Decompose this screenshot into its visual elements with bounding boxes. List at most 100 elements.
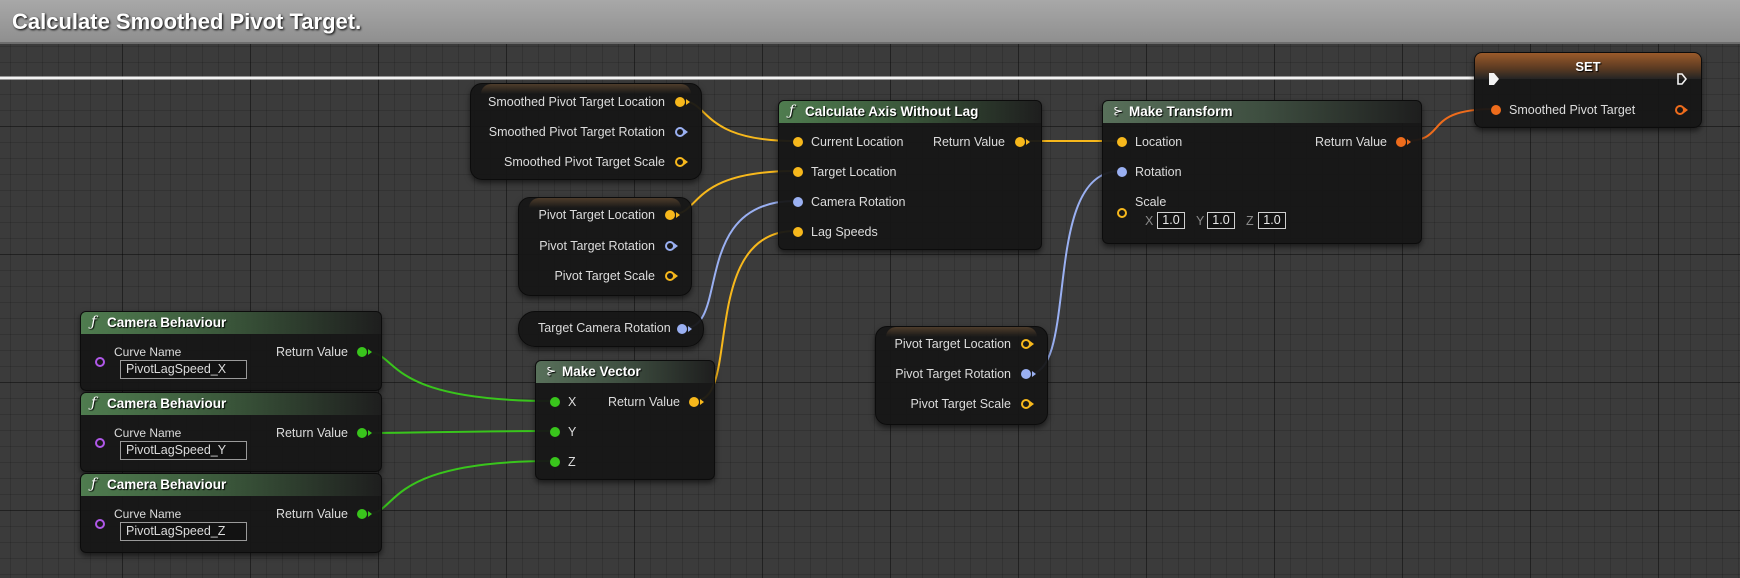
pin-label-return-value: Return Value <box>275 507 348 521</box>
node-header: ƒ Camera Behaviour <box>81 474 381 496</box>
node-glow <box>481 84 691 94</box>
pin-label-smoothed-rotation: Smoothed Pivot Target Rotation <box>488 125 665 139</box>
lag-speeds-in-pin[interactable] <box>793 227 803 237</box>
vector-return-out-pin[interactable] <box>689 397 704 407</box>
pivot-rotation-out-pin[interactable] <box>1021 369 1036 379</box>
smoothed-scale-out-pin[interactable] <box>675 157 688 167</box>
pin-label-return-value: Return Value <box>275 345 348 359</box>
node-glow <box>886 327 1037 337</box>
return-value-out-pin[interactable] <box>357 428 372 438</box>
calculate-axis-without-lag-node[interactable]: ƒ Calculate Axis Without Lag Current Loc… <box>778 100 1042 250</box>
pin-label-pivot-location: Pivot Target Location <box>538 208 655 222</box>
scale-x-field[interactable]: 1.0 <box>1157 212 1185 229</box>
scale-z-field[interactable]: 1.0 <box>1258 212 1286 229</box>
node-header: ƒ Camera Behaviour <box>81 312 381 334</box>
wire-camera-z-to-vector-z <box>366 460 554 515</box>
target-location-in-pin[interactable] <box>793 167 803 177</box>
pivot-location-out-pin[interactable] <box>1021 339 1034 349</box>
pivot-scale-out-pin[interactable] <box>665 271 678 281</box>
function-icon: ƒ <box>91 395 97 411</box>
node-header: ⊱ Make Transform <box>1103 101 1421 123</box>
node-title: Camera Behaviour <box>107 477 227 492</box>
node-header: ƒ Camera Behaviour <box>81 393 381 415</box>
pin-label-smoothed-scale: Smoothed Pivot Target Scale <box>504 155 665 169</box>
rotation-in-pin[interactable] <box>1117 167 1127 177</box>
smoothed-pivot-target-in-pin[interactable] <box>1491 105 1501 115</box>
current-location-in-pin[interactable] <box>793 137 803 147</box>
pivot-target-node-2[interactable]: Pivot Target Location Pivot Target Rotat… <box>875 326 1048 425</box>
pin-label-lag-speeds: Lag Speeds <box>811 225 878 239</box>
node-header: ⊱ Make Vector <box>536 361 714 383</box>
x-in-pin[interactable] <box>550 397 560 407</box>
node-title: Make Transform <box>1129 104 1233 119</box>
smoothed-rotation-out-pin[interactable] <box>675 127 688 137</box>
smoothed-pivot-target-node[interactable]: Smoothed Pivot Target Location Smoothed … <box>470 83 702 180</box>
node-title: Make Vector <box>562 364 641 379</box>
pin-label-target-location: Target Location <box>811 165 897 179</box>
scale-in-pin[interactable] <box>1117 208 1127 218</box>
function-icon: ƒ <box>91 476 97 492</box>
pin-label-current-location: Current Location <box>811 135 904 149</box>
camera-rotation-in-pin[interactable] <box>793 197 803 207</box>
target-camera-rotation-label: Target Camera Rotation <box>538 321 671 335</box>
curve-name-field[interactable]: PivotLagSpeed_X <box>120 360 247 379</box>
pivot-location-out-pin[interactable] <box>665 210 680 220</box>
comment-box-header[interactable]: Calculate Smoothed Pivot Target. <box>0 0 1740 44</box>
pin-label-rotation: Rotation <box>1135 165 1182 179</box>
make-vector-node[interactable]: ⊱ Make Vector X Y Z Return Value <box>535 360 715 480</box>
node-title: SET <box>1575 59 1601 74</box>
pin-label-pivot-location: Pivot Target Location <box>894 337 1011 351</box>
node-title: Calculate Axis Without Lag <box>805 104 979 119</box>
location-in-pin[interactable] <box>1117 137 1127 147</box>
pin-label-scale: Scale <box>1135 195 1167 209</box>
pivot-scale-out-pin[interactable] <box>1021 399 1034 409</box>
comment-title: Calculate Smoothed Pivot Target. <box>12 9 362 34</box>
target-camera-rotation-out-pin[interactable] <box>677 324 692 334</box>
smoothed-location-out-pin[interactable] <box>675 97 690 107</box>
pin-label-y: Y <box>568 425 577 439</box>
pin-label-camera-rotation: Camera Rotation <box>811 195 906 209</box>
wire-camera-y-to-vector-y <box>366 430 554 434</box>
function-icon: ƒ <box>789 103 795 119</box>
pin-label-curve-name: Curve Name <box>114 426 182 440</box>
camera-behaviour-node-x[interactable]: ƒ Camera Behaviour Curve Name PivotLagSp… <box>80 311 382 391</box>
pin-label-return-value: Return Value <box>275 426 348 440</box>
node-glow <box>529 198 681 208</box>
curve-name-in-pin[interactable] <box>95 438 105 448</box>
y-in-pin[interactable] <box>550 427 560 437</box>
pin-label-return-value: Return Value <box>607 395 680 409</box>
make-transform-node[interactable]: ⊱ Make Transform Location Rotation Scale… <box>1102 100 1422 244</box>
transform-return-out-pin[interactable] <box>1396 137 1411 147</box>
exec-in-pin[interactable] <box>1489 73 1499 85</box>
scale-y-field[interactable]: 1.0 <box>1207 212 1235 229</box>
pin-label-pivot-scale: Pivot Target Scale <box>554 269 655 283</box>
function-icon: ƒ <box>91 314 97 330</box>
node-header: ƒ Calculate Axis Without Lag <box>779 101 1041 123</box>
pin-label-smoothed-pivot-target: Smoothed Pivot Target <box>1509 103 1636 117</box>
exec-out-pin[interactable] <box>1677 73 1687 85</box>
node-title: Camera Behaviour <box>107 315 227 330</box>
pivot-target-node[interactable]: Pivot Target Location Pivot Target Rotat… <box>518 197 692 296</box>
pure-function-icon: ⊱ <box>1113 104 1124 118</box>
pin-label-smoothed-location: Smoothed Pivot Target Location <box>488 95 665 109</box>
pin-label-z: Z <box>568 455 576 469</box>
pure-function-icon: ⊱ <box>546 364 557 378</box>
curve-name-field[interactable]: PivotLagSpeed_Y <box>120 441 247 460</box>
set-smoothed-pivot-target-node[interactable]: SET Smoothed Pivot Target <box>1474 52 1702 128</box>
z-in-pin[interactable] <box>550 457 560 467</box>
pin-label-curve-name: Curve Name <box>114 507 182 521</box>
curve-name-field[interactable]: PivotLagSpeed_Z <box>120 522 247 541</box>
node-title: Camera Behaviour <box>107 396 227 411</box>
return-value-out-pin[interactable] <box>357 347 372 357</box>
return-value-out-pin[interactable] <box>357 509 372 519</box>
target-camera-rotation-node[interactable]: Target Camera Rotation <box>518 311 704 347</box>
camera-behaviour-node-z[interactable]: ƒ Camera Behaviour Curve Name PivotLagSp… <box>80 473 382 553</box>
camera-behaviour-node-y[interactable]: ƒ Camera Behaviour Curve Name PivotLagSp… <box>80 392 382 472</box>
return-value-out-pin[interactable] <box>1015 137 1030 147</box>
pivot-rotation-out-pin[interactable] <box>665 241 678 251</box>
wire-camera-x-to-vector-x <box>366 351 554 402</box>
set-output-pin[interactable] <box>1675 105 1688 115</box>
curve-name-in-pin[interactable] <box>95 357 105 367</box>
curve-name-in-pin[interactable] <box>95 519 105 529</box>
pin-label-pivot-rotation: Pivot Target Rotation <box>539 239 655 253</box>
